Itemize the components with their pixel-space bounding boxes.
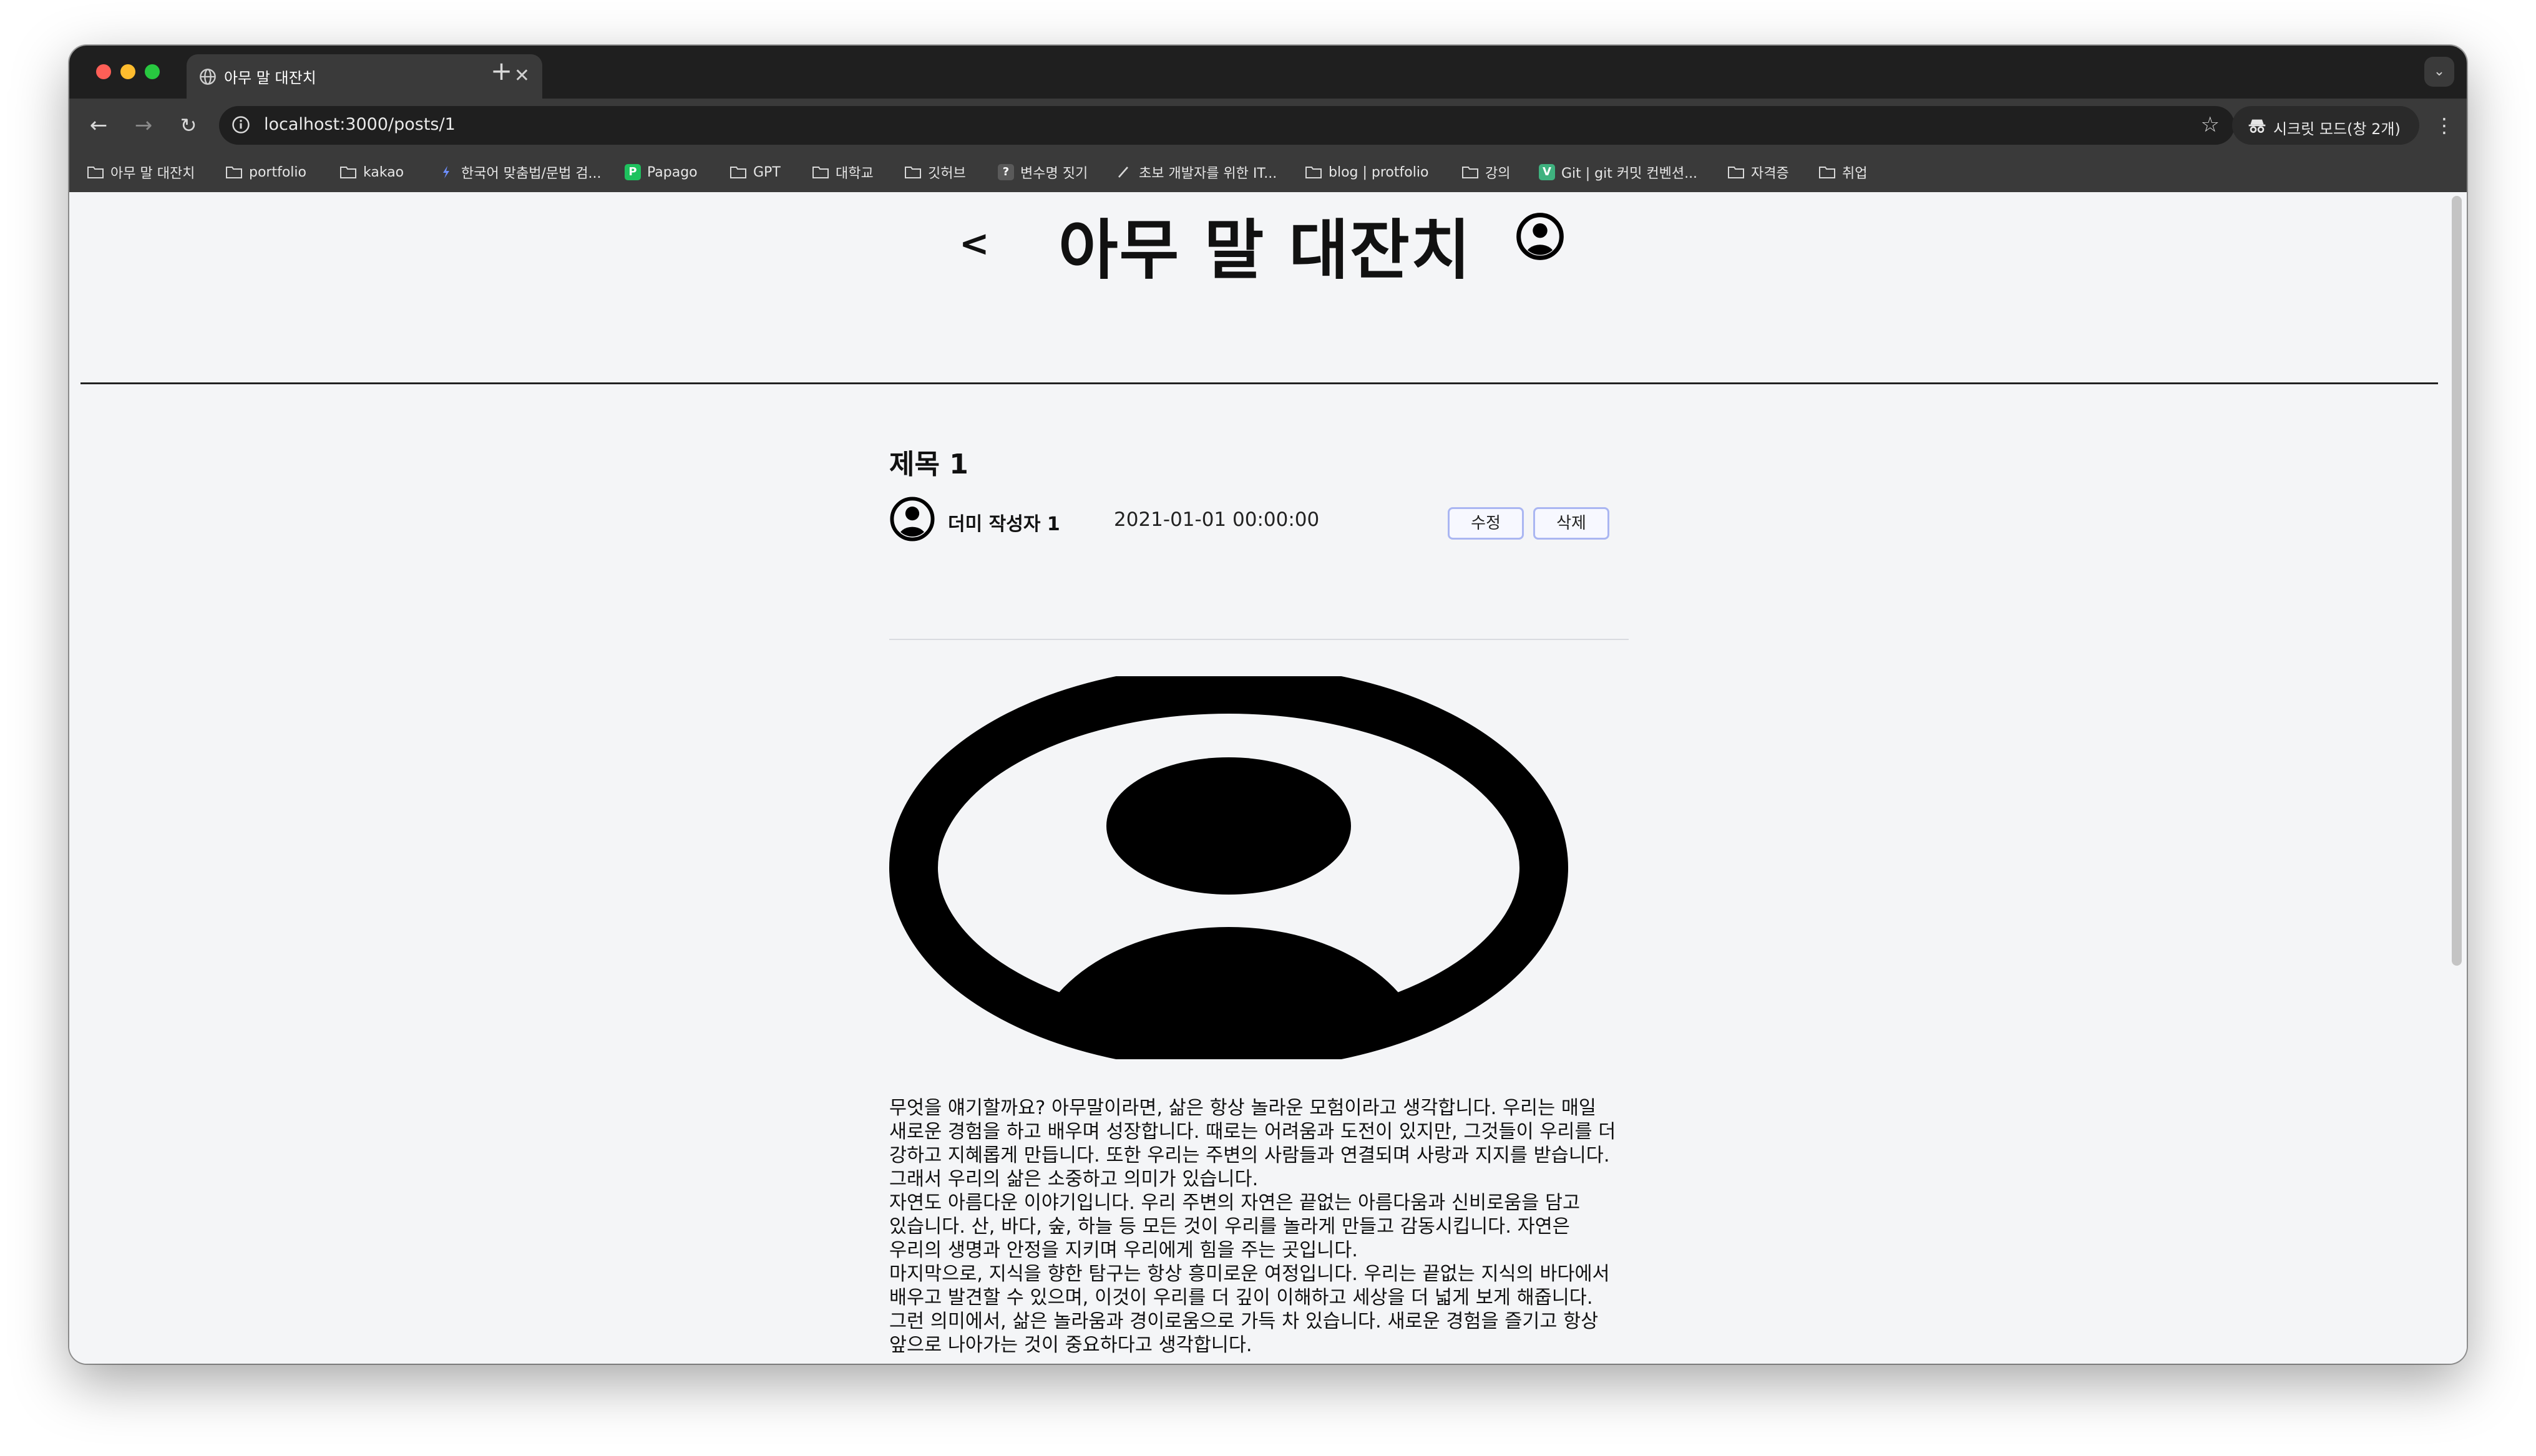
- bookmark-item[interactable]: 초보 개발자를 위한 IT...: [1115, 152, 1277, 192]
- site-info-icon[interactable]: [232, 115, 250, 134]
- user-circle-icon[interactable]: [1516, 212, 1564, 261]
- maximize-window-button[interactable]: [145, 64, 160, 79]
- bookmark-item[interactable]: 자격증: [1727, 152, 1789, 192]
- link-icon: [1118, 167, 1128, 178]
- folder-icon: [226, 167, 242, 178]
- bookmark-item[interactable]: P Papago: [625, 152, 698, 192]
- folder-icon: [905, 167, 921, 178]
- papago-icon: P: [625, 164, 641, 180]
- bookmark-item[interactable]: portfolio: [225, 152, 306, 192]
- post-date: 2021-01-01 00:00:00: [1114, 508, 1320, 531]
- forward-button[interactable]: →: [128, 110, 159, 141]
- tab-strip: 아무 말 대잔치 ✕ + ⌄: [69, 46, 2467, 99]
- question-icon: ?: [998, 164, 1014, 180]
- bookmark-item[interactable]: blog | protfolio: [1305, 152, 1428, 192]
- edit-button[interactable]: 수정: [1448, 507, 1524, 540]
- post-body: 무엇을 얘기할까요? 아무말이라면, 삶은 항상 놀라운 모험이라고 생각합니다…: [889, 1097, 1616, 1356]
- bookmark-item[interactable]: ? 변수명 짓기: [998, 152, 1088, 192]
- url-text[interactable]: localhost:3000/posts/1: [264, 115, 456, 134]
- user-circle-icon: [889, 676, 1568, 1059]
- folder-icon: [1462, 167, 1478, 178]
- meta-divider: [889, 639, 1629, 640]
- post-title: 제목 1: [889, 449, 968, 480]
- folder-icon: [1819, 167, 1835, 178]
- site-title: 아무 말 대잔치: [1058, 212, 1472, 288]
- tab-active[interactable]: 아무 말 대잔치 ✕: [187, 54, 542, 99]
- bookmark-item[interactable]: kakao: [339, 152, 404, 192]
- back-link[interactable]: <: [959, 222, 990, 265]
- tab-search-button[interactable]: ⌄: [2424, 57, 2454, 87]
- minimize-window-button[interactable]: [120, 64, 135, 79]
- more-menu-icon[interactable]: ⋮: [2434, 110, 2454, 141]
- folder-icon: [1305, 167, 1322, 178]
- bookmark-item[interactable]: 대학교: [812, 152, 874, 192]
- folder-icon: [87, 167, 104, 178]
- bookmark-item[interactable]: V Git | git 커밋 컨벤션...: [1539, 152, 1697, 192]
- delete-button[interactable]: 삭제: [1533, 507, 1609, 540]
- spellcheck-icon: [443, 166, 449, 178]
- incognito-indicator[interactable]: 시크릿 모드(창 2개): [2232, 106, 2419, 145]
- bookmark-star-icon[interactable]: ☆: [2201, 112, 2220, 137]
- scrollbar[interactable]: [2452, 196, 2462, 966]
- incognito-icon: [2248, 119, 2266, 133]
- incognito-label: 시크릿 모드(창 2개): [2273, 120, 2401, 138]
- back-button[interactable]: ←: [83, 110, 114, 141]
- folder-icon: [730, 167, 746, 178]
- bookmark-item[interactable]: 아무 말 대잔치: [87, 152, 195, 192]
- v-icon: V: [1539, 164, 1555, 180]
- bookmark-item[interactable]: 깃허브: [904, 152, 966, 192]
- bookmark-item[interactable]: 강의: [1461, 152, 1510, 192]
- reload-button[interactable]: ↻: [173, 110, 204, 141]
- toolbar: ← → ↻ localhost:3000/posts/1 ☆ 시크릿 모드(창 …: [69, 99, 2467, 152]
- bookmarks-bar: 아무 말 대잔치 portfolio kakao 한국어 맞춤법/문법 검...…: [69, 152, 2467, 193]
- close-tab-icon[interactable]: ✕: [514, 66, 530, 87]
- address-bar[interactable]: localhost:3000/posts/1 ☆: [219, 106, 2235, 145]
- author-name: 더미 작성자 1: [948, 513, 1060, 535]
- user-circle-icon: [890, 497, 935, 541]
- folder-icon: [812, 167, 829, 178]
- folder-icon: [340, 167, 356, 178]
- browser-window: 아무 말 대잔치 ✕ + ⌄ ← → ↻ localhost:3000/post…: [69, 46, 2467, 1364]
- new-tab-button[interactable]: +: [490, 56, 512, 87]
- page-viewport: < 아무 말 대잔치 제목 1 더미 작성자 1 2021-01-01 00:0…: [69, 192, 2467, 1364]
- close-window-button[interactable]: [96, 64, 111, 79]
- post-meta: 더미 작성자 1 2021-01-01 00:00:00 수정 삭제: [889, 496, 1629, 543]
- tab-title: 아무 말 대잔치: [224, 69, 316, 87]
- bookmark-item[interactable]: GPT: [729, 152, 781, 192]
- folder-icon: [1728, 167, 1744, 178]
- bookmark-item[interactable]: 한국어 맞춤법/문법 검...: [437, 152, 602, 192]
- bookmark-item[interactable]: 취업: [1818, 152, 1867, 192]
- header-divider: [80, 382, 2438, 384]
- globe-icon: [200, 69, 216, 85]
